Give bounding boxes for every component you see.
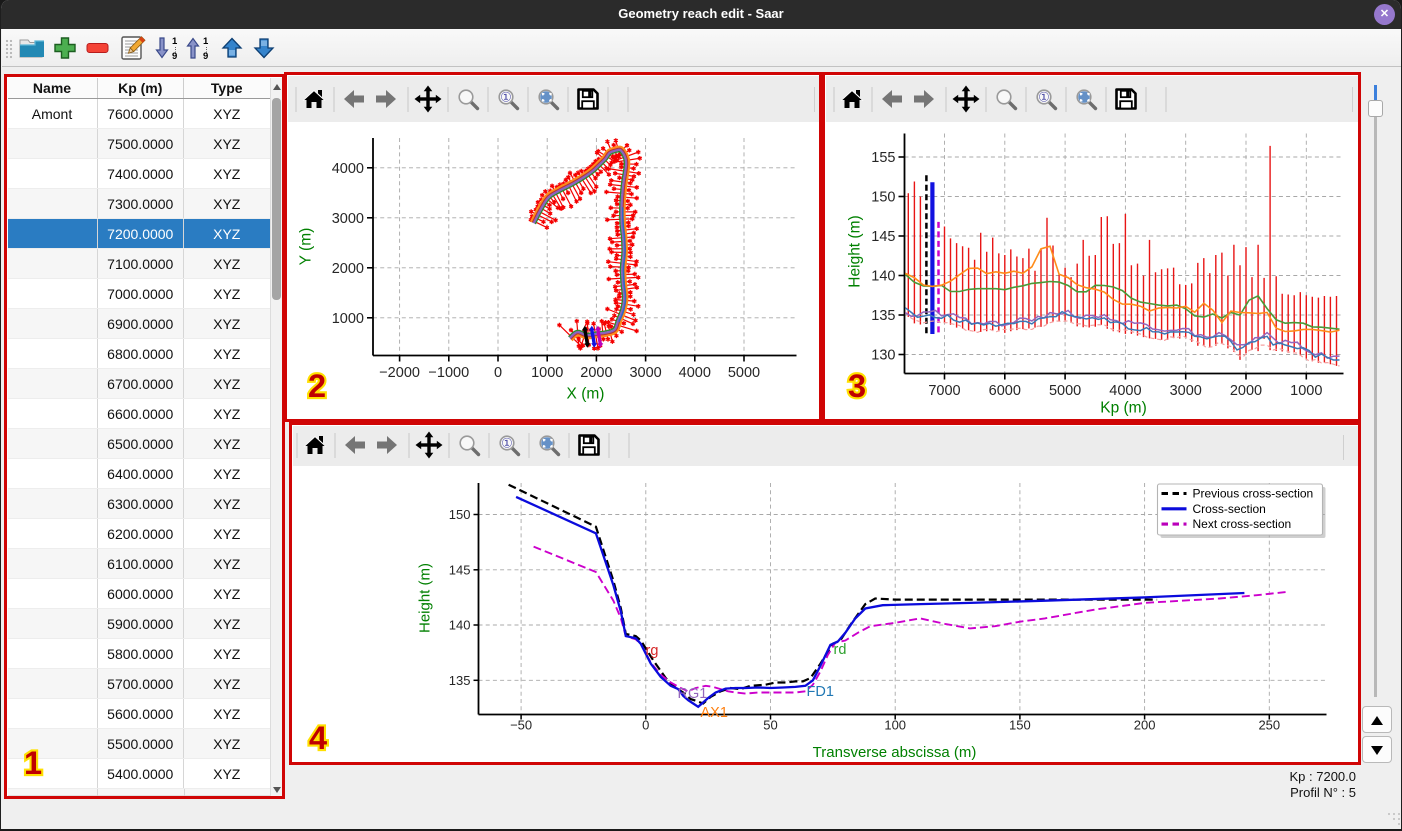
svg-text:150: 150 xyxy=(1009,718,1031,733)
svg-text:RG1: RG1 xyxy=(677,686,707,702)
svg-text:−50: −50 xyxy=(510,718,532,733)
svg-text:①: ① xyxy=(501,435,513,450)
svg-text:1000: 1000 xyxy=(1290,383,1322,399)
svg-text:−1000: −1000 xyxy=(428,365,469,381)
svg-text:1000: 1000 xyxy=(331,310,363,326)
svg-text:3000: 3000 xyxy=(629,365,661,381)
svg-text:0: 0 xyxy=(493,365,501,381)
svg-text:5000: 5000 xyxy=(727,365,759,381)
svg-text:145: 145 xyxy=(871,229,895,245)
svg-text:3000: 3000 xyxy=(331,210,363,226)
svg-text:135: 135 xyxy=(871,308,895,324)
svg-text:150: 150 xyxy=(448,507,470,522)
svg-text:4000: 4000 xyxy=(331,160,363,176)
svg-text:7000: 7000 xyxy=(928,383,960,399)
svg-text:140: 140 xyxy=(448,618,470,633)
svg-text:2000: 2000 xyxy=(580,365,612,381)
svg-text:2000: 2000 xyxy=(1229,383,1261,399)
svg-text:1000: 1000 xyxy=(531,365,563,381)
svg-text:3000: 3000 xyxy=(1169,383,1201,399)
svg-text:140: 140 xyxy=(871,268,895,284)
svg-text:135: 135 xyxy=(448,673,470,688)
svg-text:4000: 4000 xyxy=(1109,383,1141,399)
svg-text:1: 1 xyxy=(203,36,209,47)
svg-text:Previous cross-section: Previous cross-section xyxy=(1192,487,1313,501)
svg-text:200: 200 xyxy=(1133,718,1155,733)
svg-text:Height (m): Height (m) xyxy=(846,215,863,287)
svg-text:150: 150 xyxy=(871,189,895,205)
svg-text:0: 0 xyxy=(642,718,649,733)
svg-text:Y (m): Y (m) xyxy=(297,227,314,265)
svg-text:250: 250 xyxy=(1258,718,1280,733)
svg-text:Kp (m): Kp (m) xyxy=(1100,399,1147,416)
svg-text:X (m): X (m) xyxy=(566,385,604,402)
svg-text:2000: 2000 xyxy=(331,260,363,276)
svg-text:①: ① xyxy=(500,89,512,104)
svg-text:rg: rg xyxy=(645,643,658,659)
svg-text:145: 145 xyxy=(448,562,470,577)
svg-text:−2000: −2000 xyxy=(379,365,420,381)
svg-text:1: 1 xyxy=(172,36,178,47)
svg-text:Transverse abscissa (m): Transverse abscissa (m) xyxy=(812,744,976,761)
svg-text:100: 100 xyxy=(884,718,906,733)
svg-text:FD1: FD1 xyxy=(806,684,833,700)
svg-text:rd: rd xyxy=(833,642,846,658)
svg-text:4000: 4000 xyxy=(678,365,710,381)
svg-text:6000: 6000 xyxy=(988,383,1020,399)
svg-text:50: 50 xyxy=(763,718,777,733)
svg-text:AX1: AX1 xyxy=(700,705,727,721)
svg-text:130: 130 xyxy=(871,347,895,363)
svg-text:Height (m): Height (m) xyxy=(416,563,433,633)
svg-text:①: ① xyxy=(1038,89,1050,104)
svg-text:Cross-section: Cross-section xyxy=(1192,502,1265,516)
svg-text:⋮: ⋮ xyxy=(173,48,179,54)
svg-text:Next cross-section: Next cross-section xyxy=(1192,517,1291,531)
svg-text:155: 155 xyxy=(871,150,895,166)
svg-text:⋮: ⋮ xyxy=(204,48,210,54)
svg-text:5000: 5000 xyxy=(1048,383,1080,399)
